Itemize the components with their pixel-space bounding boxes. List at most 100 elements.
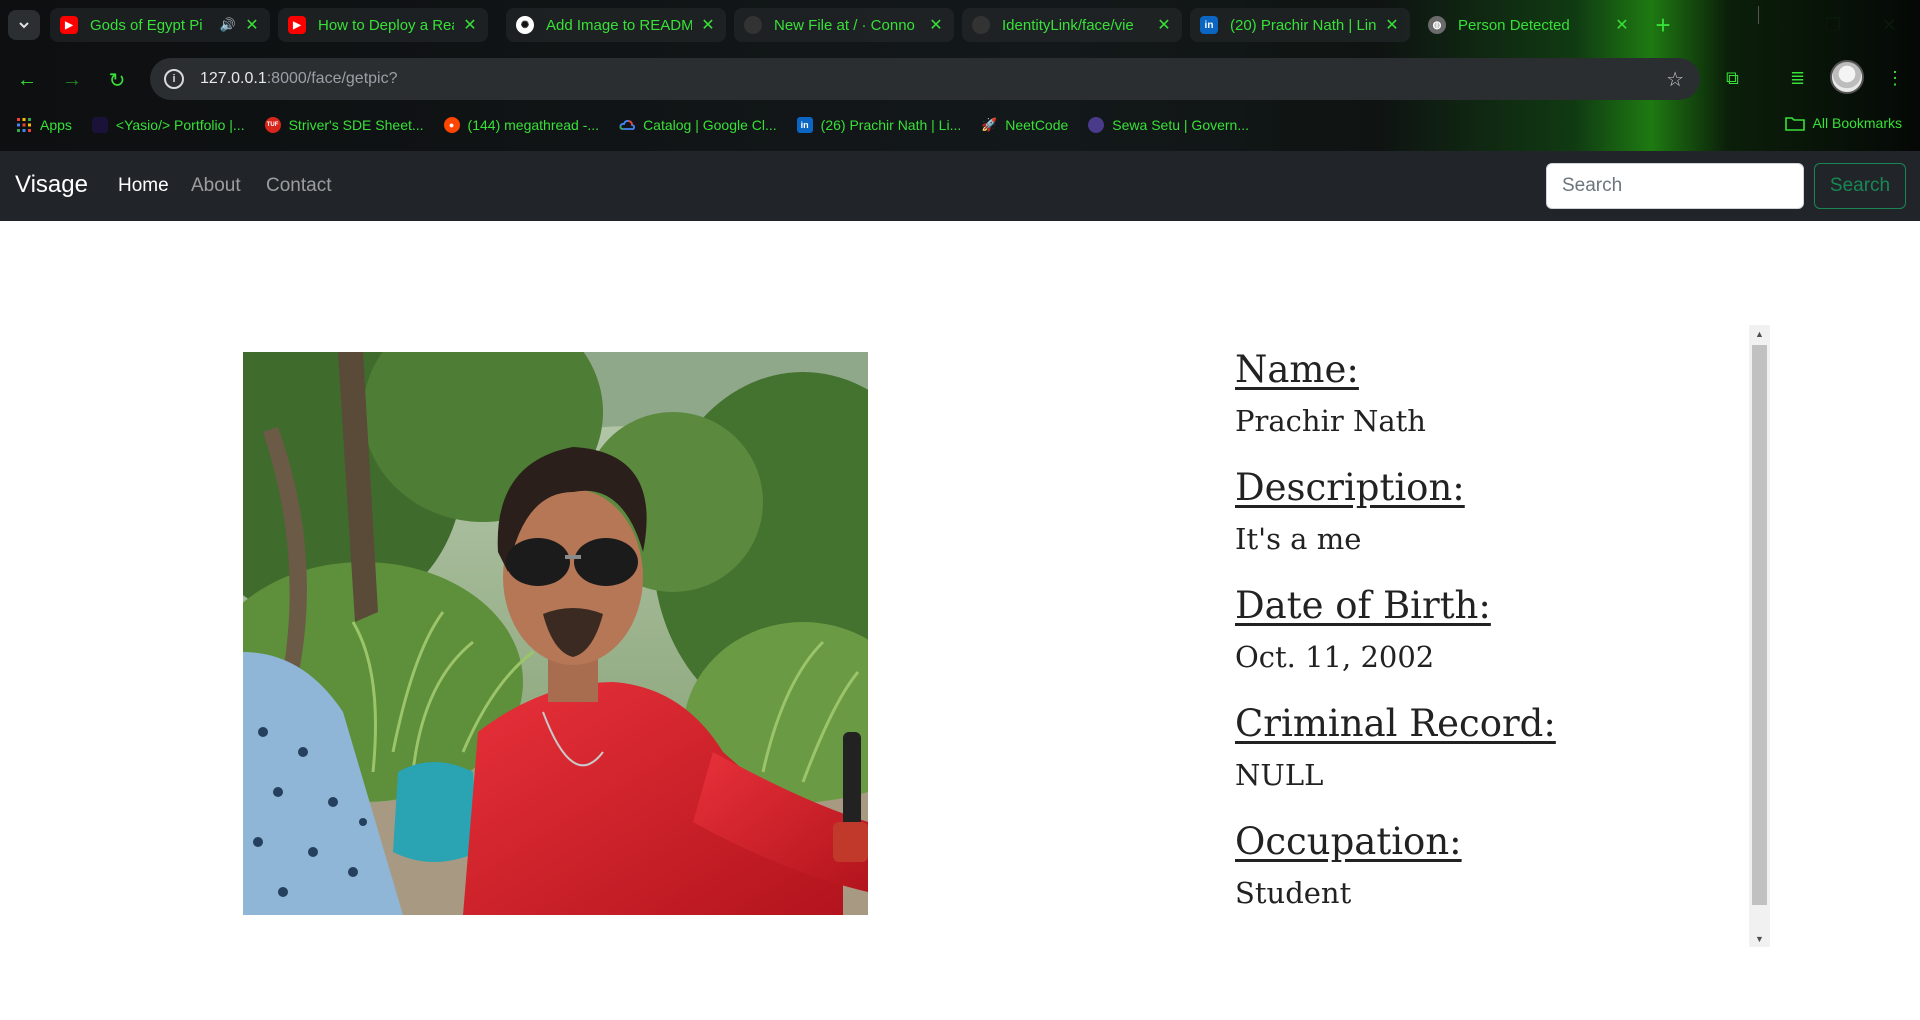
- menu-kebab-icon[interactable]: ⋮: [1886, 68, 1904, 89]
- tab-strip: ▶ Gods of Egypt Pi 🔊 ✕ ▶ How to Deploy a…: [0, 0, 1920, 50]
- chevron-down-icon: [19, 22, 29, 29]
- bookmark-neetcode[interactable]: 🚀 NeetCode: [981, 117, 1068, 133]
- tab-title: IdentityLink/face/vie: [1002, 16, 1134, 34]
- photo-illustration: [243, 352, 868, 915]
- back-button[interactable]: ←: [12, 65, 42, 95]
- media-control-icon[interactable]: ≣: [1790, 68, 1805, 89]
- bookmark-label: (26) Prachir Nath | Li...: [820, 117, 962, 133]
- browser-tab-2[interactable]: ▶ How to Deploy a Rea ✕: [278, 8, 488, 42]
- occupation-value: Student: [1235, 876, 1352, 910]
- dob-label: Date of Birth:: [1235, 584, 1491, 627]
- globe-icon: ◍: [1428, 16, 1446, 34]
- rocket-icon: 🚀: [981, 117, 998, 132]
- linkedin-icon: in: [1200, 16, 1218, 34]
- portfolio-icon: [91, 117, 108, 133]
- folder-icon: [1784, 117, 1805, 131]
- close-tab-icon[interactable]: ✕: [700, 15, 716, 35]
- close-tab-icon[interactable]: ✕: [244, 15, 260, 35]
- linkedin-icon: in: [796, 117, 813, 133]
- scroll-down-arrow-icon[interactable]: ▼: [1749, 930, 1770, 947]
- scroll-thumb[interactable]: [1752, 345, 1767, 905]
- scroll-up-arrow-icon[interactable]: ▲: [1749, 325, 1770, 342]
- all-bookmarks-label: All Bookmarks: [1812, 115, 1902, 131]
- browser-tab-3[interactable]: ✺ Add Image to READM ✕: [506, 8, 726, 42]
- close-tab-icon[interactable]: ✕: [928, 15, 944, 35]
- nav-about[interactable]: About: [191, 175, 241, 197]
- name-label: Name:: [1235, 348, 1359, 391]
- address-url[interactable]: 127.0.0.1:8000/face/getpic?: [200, 70, 398, 88]
- description-label: Description:: [1235, 466, 1465, 509]
- nav-contact[interactable]: Contact: [266, 175, 331, 197]
- new-tab-button[interactable]: +: [1648, 12, 1678, 40]
- tab-title: How to Deploy a Rea: [318, 16, 454, 34]
- browser-tab-5[interactable]: IdentityLink/face/vie ✕: [962, 8, 1182, 42]
- brand-logo[interactable]: Visage: [15, 171, 88, 199]
- bookmark-label: Catalog | Google Cl...: [643, 117, 777, 133]
- tab-title: (20) Prachir Nath | Lin: [1230, 16, 1376, 34]
- google-cloud-icon: [619, 117, 636, 133]
- close-tab-icon[interactable]: ✕: [1384, 15, 1400, 35]
- bookmark-label: Sewa Setu | Govern...: [1112, 117, 1250, 133]
- url-path: :8000/face/getpic?: [266, 70, 398, 87]
- tab-title: Person Detected: [1458, 16, 1570, 34]
- bookmark-apps[interactable]: Apps: [16, 117, 72, 133]
- dob-value: Oct. 11, 2002: [1235, 640, 1435, 674]
- youtube-icon: ▶: [288, 16, 306, 34]
- close-tab-icon[interactable]: ✕: [1614, 15, 1630, 35]
- person-details: Name: Prachir Nath Description: It's a m…: [1235, 325, 1735, 913]
- close-tab-icon[interactable]: ✕: [462, 15, 478, 35]
- address-bar[interactable]: i 127.0.0.1:8000/face/getpic? ☆: [150, 58, 1700, 100]
- person-details-panel[interactable]: Name: Prachir Nath Description: It's a m…: [1210, 325, 1770, 947]
- bookmark-sewa-setu[interactable]: Sewa Setu | Govern...: [1088, 117, 1249, 133]
- close-tab-icon[interactable]: ✕: [1156, 15, 1172, 35]
- restore-button[interactable]: ❐: [1805, 0, 1861, 50]
- browser-tab-6[interactable]: in (20) Prachir Nath | Lin ✕: [1190, 8, 1410, 42]
- github-icon: [744, 16, 762, 34]
- bookmark-label: NeetCode: [1005, 117, 1069, 133]
- details-scrollbar[interactable]: ▲ ▼: [1749, 325, 1770, 947]
- openai-icon: ✺: [516, 16, 534, 34]
- bookmark-portfolio[interactable]: <Yasio/> Portfolio |...: [91, 117, 245, 133]
- forward-button[interactable]: →: [57, 65, 87, 95]
- bookmark-reddit[interactable]: ● (144) megathread -...: [443, 117, 600, 133]
- browser-tab-4[interactable]: New File at / · Conno ✕: [734, 8, 954, 42]
- github-icon: [972, 16, 990, 34]
- bookmark-label: <Yasio/> Portfolio |...: [115, 117, 245, 133]
- nav-home[interactable]: Home: [118, 175, 169, 197]
- extensions-icon[interactable]: ⧉: [1726, 68, 1739, 89]
- name-value: Prachir Nath: [1235, 404, 1426, 438]
- tab-title: Add Image to READM: [546, 16, 692, 34]
- bookmark-google-cloud[interactable]: Catalog | Google Cl...: [619, 117, 777, 133]
- profile-avatar[interactable]: [1830, 60, 1864, 94]
- emblem-icon: [1088, 117, 1105, 133]
- tuf-icon: TUF: [264, 117, 281, 133]
- browser-tab-active[interactable]: ◍ Person Detected ✕: [1418, 8, 1640, 42]
- reddit-icon: ●: [443, 117, 460, 133]
- bookmarks-bar: Apps <Yasio/> Portfolio |... TUF Striver…: [0, 110, 1920, 140]
- reload-button[interactable]: ↻: [102, 65, 132, 95]
- tab-search-button[interactable]: [8, 10, 40, 40]
- site-info-icon[interactable]: i: [164, 69, 184, 89]
- bookmark-label: (144) megathread -...: [467, 117, 600, 133]
- browser-chrome: ▶ Gods of Egypt Pi 🔊 ✕ ▶ How to Deploy a…: [0, 0, 1920, 151]
- browser-tab-1[interactable]: ▶ Gods of Egypt Pi 🔊 ✕: [50, 8, 270, 42]
- bookmark-striver[interactable]: TUF Striver's SDE Sheet...: [264, 117, 424, 133]
- person-photo: [243, 352, 868, 915]
- bookmark-label: Apps: [40, 117, 72, 133]
- search-input[interactable]: [1546, 163, 1804, 209]
- browser-toolbar: ← → ↻ i 127.0.0.1:8000/face/getpic? ☆ ⧉ …: [0, 56, 1920, 102]
- youtube-icon: ▶: [60, 16, 78, 34]
- bookmark-star-icon[interactable]: ☆: [1666, 67, 1684, 92]
- bookmark-linkedin[interactable]: in (26) Prachir Nath | Li...: [796, 117, 962, 133]
- occupation-label: Occupation:: [1235, 820, 1462, 863]
- search-button[interactable]: Search: [1814, 163, 1906, 209]
- criminal-record-label: Criminal Record:: [1235, 702, 1556, 745]
- speaker-icon[interactable]: 🔊: [220, 17, 236, 33]
- tab-title: New File at / · Conno: [774, 16, 915, 34]
- description-value: It's a me: [1235, 522, 1362, 556]
- bookmarks-divider: [1758, 6, 1759, 24]
- all-bookmarks-button[interactable]: All Bookmarks: [1784, 115, 1902, 131]
- tab-title: Gods of Egypt Pi: [90, 16, 203, 34]
- apps-grid-icon: [16, 117, 32, 133]
- close-window-button[interactable]: ✕: [1861, 0, 1917, 50]
